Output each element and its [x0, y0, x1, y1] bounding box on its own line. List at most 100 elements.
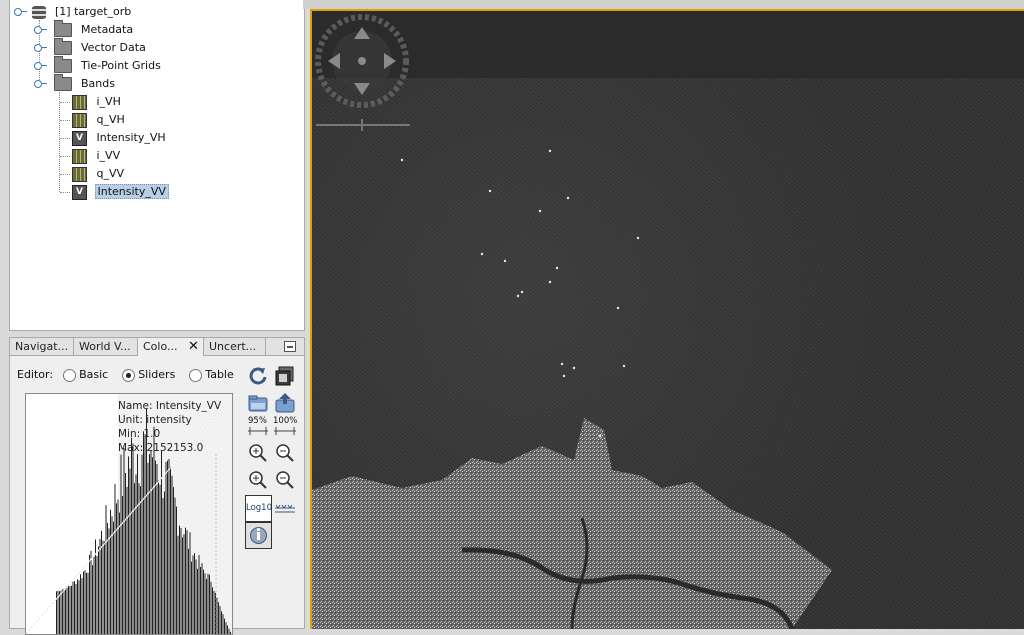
tree-item-product[interactable]: [1] target_orb	[14, 4, 133, 20]
zoom-out-button[interactable]	[273, 468, 297, 492]
histogram-bar	[63, 588, 65, 634]
navigation-compass-icon[interactable]	[314, 13, 414, 133]
tree-item-band[interactable]: i_VV	[72, 148, 122, 164]
histogram-bar	[152, 457, 153, 634]
radio-basic[interactable]	[62, 368, 76, 382]
tree-item-vector-data[interactable]: Vector Data	[34, 38, 148, 56]
zoom-in-button[interactable]	[246, 468, 270, 492]
tree-toggle-handle[interactable]	[34, 43, 47, 52]
image-view[interactable]	[310, 9, 1024, 629]
info-button[interactable]	[245, 522, 272, 549]
histogram-bar	[137, 454, 138, 634]
folder-icon	[53, 56, 72, 73]
export-button[interactable]	[273, 391, 297, 415]
tree-toggle-handle[interactable]	[34, 79, 47, 88]
sar-image[interactable]	[312, 78, 1024, 629]
tree-item-label: [1] target_orb	[55, 5, 132, 18]
histogram-bar	[65, 589, 66, 634]
histogram-bar	[86, 572, 87, 634]
histogram-bar	[113, 521, 114, 634]
histogram-bar	[132, 443, 134, 634]
histogram-bar	[98, 546, 99, 634]
histogram-bar	[189, 532, 191, 634]
histogram-editor[interactable]: Name: Intensity_VV Unit: intensity Min: …	[25, 393, 233, 635]
ship-detection	[548, 280, 552, 284]
tab-navigation[interactable]: Navigat...	[10, 338, 74, 355]
tab-uncertainty[interactable]: Uncert...	[204, 338, 266, 355]
histogram-bar	[77, 579, 78, 634]
radio-table-label: Table	[205, 368, 234, 381]
histogram-bar	[204, 573, 206, 634]
band-max: Max: 2152153.0	[118, 442, 204, 454]
histogram-bar	[174, 497, 176, 634]
minimize-window-icon[interactable]	[284, 341, 296, 352]
log10-icon: Log10	[246, 503, 272, 513]
histogram-bar	[155, 460, 156, 634]
band-icon	[72, 166, 87, 182]
histogram-bar	[83, 571, 84, 634]
ship-detection	[616, 306, 620, 310]
editor-label: Editor:	[17, 368, 54, 381]
tree-item-metadata[interactable]: Metadata	[34, 20, 135, 38]
tree-toggle-handle[interactable]	[34, 61, 47, 70]
tree-item-bands[interactable]: Bands	[34, 74, 117, 92]
histogram-bar	[206, 579, 207, 634]
histogram-bar	[147, 462, 149, 634]
histogram-bar	[158, 480, 159, 634]
histogram-bar	[188, 548, 189, 634]
histogram-bar	[92, 565, 93, 634]
tree-toggle-handle[interactable]	[14, 7, 27, 16]
histogram-bar	[120, 454, 122, 634]
multi-band-button[interactable]	[273, 364, 297, 388]
distribute-sliders-button[interactable]	[273, 496, 297, 520]
tree-connector	[60, 174, 70, 175]
ship-detection	[598, 434, 602, 438]
radio-table[interactable]	[188, 368, 202, 382]
histogram-bar	[168, 458, 170, 634]
histogram-bar	[84, 570, 86, 634]
histogram-bar	[144, 434, 146, 634]
band-min: Min: 1.0	[118, 428, 161, 440]
ship-detections	[400, 149, 640, 438]
open-folder-icon	[53, 74, 72, 91]
ship-detection	[538, 209, 542, 213]
zoom-vertical-in-button[interactable]	[246, 441, 270, 465]
log10-button[interactable]: Log10	[245, 495, 272, 522]
ship-detection	[560, 362, 564, 366]
histogram-bar	[117, 499, 119, 634]
histogram-bar	[74, 581, 75, 634]
zoom-vertical-out-icon	[276, 444, 294, 462]
tree-item-label: Bands	[81, 77, 115, 90]
tree-item-band[interactable]: i_VH	[72, 94, 123, 110]
zoom-vertical-out-button[interactable]	[273, 441, 297, 465]
colour-manipulation-panel: Navigat... World V... Colo... ✕ Uncert..…	[9, 337, 305, 635]
ship-detection	[562, 374, 566, 378]
histogram-bar	[87, 572, 89, 634]
histogram-bar	[194, 553, 195, 634]
histogram-bar	[197, 568, 198, 634]
histogram-bar	[141, 454, 143, 634]
tree-item-band-selected[interactable]: V Intensity_VV	[72, 184, 169, 200]
close-tab-icon[interactable]: ✕	[188, 338, 199, 355]
distribute-sliders-icon	[275, 504, 295, 513]
tree-item-band[interactable]: q_VV	[72, 166, 126, 182]
reset-button[interactable]	[246, 364, 270, 388]
tab-label: Colo...	[143, 340, 178, 353]
tree-item-band[interactable]: V Intensity_VH	[72, 130, 168, 146]
tree-item-tie-point-grids[interactable]: Tie-Point Grids	[34, 56, 163, 74]
histogram-bar	[123, 447, 125, 634]
histogram-bar	[131, 437, 132, 634]
radio-sliders[interactable]	[121, 368, 135, 382]
histogram-bar	[230, 631, 231, 634]
tree-item-band[interactable]: q_VH	[72, 112, 127, 128]
histogram-bar	[162, 498, 164, 634]
range-buttons-icon[interactable]	[246, 426, 298, 436]
histogram-bar	[81, 578, 83, 634]
sar-scene	[312, 149, 832, 629]
tree-item-label: Intensity_VH	[96, 131, 166, 144]
histogram-bar	[192, 555, 194, 634]
tree-toggle-handle[interactable]	[34, 25, 47, 34]
histogram-bar	[128, 456, 129, 634]
tab-world-view[interactable]: World V...	[74, 338, 138, 355]
import-button[interactable]	[246, 391, 270, 415]
